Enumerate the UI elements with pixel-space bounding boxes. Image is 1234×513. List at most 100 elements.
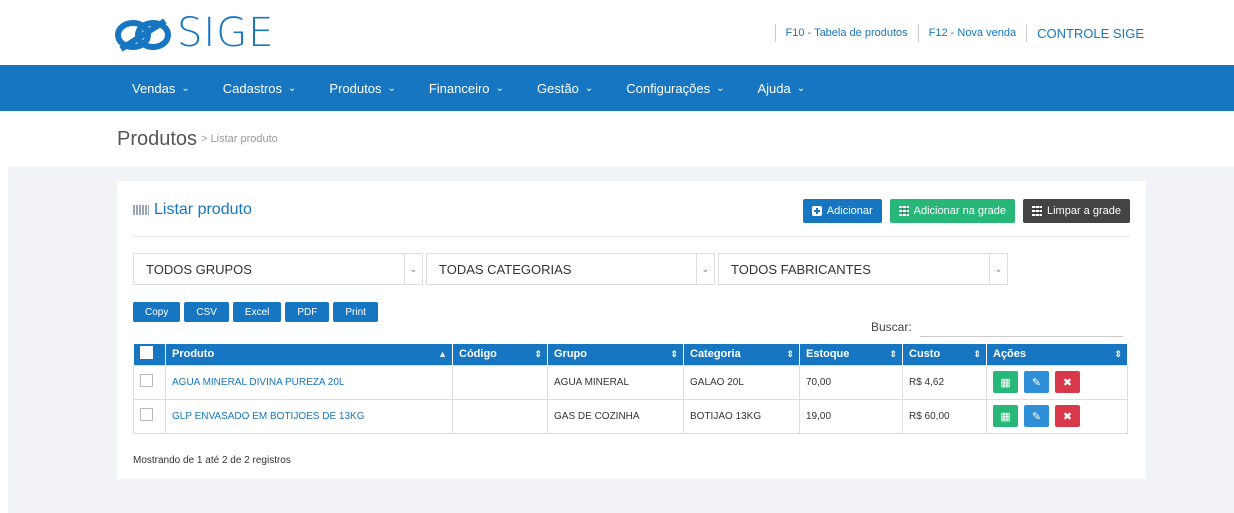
nav-configuracoes[interactable]: Configurações ⌄ [626, 81, 724, 96]
pdf-button[interactable]: PDF [285, 302, 330, 322]
category-filter-select[interactable]: TODAS CATEGORIAS ⌄ [426, 253, 715, 285]
close-icon: ✖ [1062, 376, 1073, 389]
link-tabela-produtos[interactable]: F10 - Tabela de produtos [786, 27, 908, 39]
panel-title: Listar produto [133, 201, 252, 219]
chevron-down-icon: ⌄ [387, 82, 396, 94]
chevron-down-icon: ⌄ [404, 254, 422, 284]
product-stock: 70,00 [799, 364, 903, 400]
product-name-link[interactable]: AGUA MINERAL DIVINA PUREZA 20L [165, 364, 453, 400]
chevron-down-icon: ⌄ [584, 82, 594, 94]
sort-icon: ⇕ [786, 349, 794, 359]
product-cost: R$ 60,00 [902, 398, 987, 434]
logo-mark-icon [115, 18, 171, 52]
print-button[interactable]: Print [333, 302, 378, 322]
nav-gestao[interactable]: Gestão ⌄ [537, 81, 593, 96]
group-filter-select[interactable]: TODOS GRUPOS ⌄ [133, 253, 423, 285]
product-list-panel: Listar produto Adicionar Adicionar na gr… [117, 181, 1146, 479]
edit-button[interactable]: ✎ [1024, 371, 1049, 393]
filters: TODOS GRUPOS ⌄ TODAS CATEGORIAS ⌄ TODOS … [133, 253, 1011, 285]
table-header-row: Produto ▲ Código ⇕ Grupo ⇕ Categoria ⇕ Estoq… [133, 344, 1128, 365]
nav-produtos[interactable]: Produtos ⌄ [329, 81, 395, 96]
row-checkbox[interactable] [140, 408, 153, 421]
sort-icon: ⇕ [670, 349, 678, 359]
col-codigo[interactable]: Código ⇕ [452, 344, 548, 365]
pencil-icon: ✎ [1031, 410, 1042, 423]
close-icon: ✖ [1062, 410, 1073, 423]
list-icon [133, 205, 149, 215]
row-actions: ▦ ✎ ✖ [986, 398, 1128, 434]
grid-action-button[interactable]: ▦ [993, 405, 1018, 427]
table-info: Mostrando de 1 até 2 de 2 registros [133, 455, 291, 466]
top-header: SIGE F10 - Tabela de produtos F12 - Nova… [0, 0, 1234, 65]
col-categoria[interactable]: Categoria ⇕ [683, 344, 800, 365]
panel-actions: Adicionar Adicionar na grade Limpar a gr… [795, 199, 1130, 223]
chevron-down-icon: ⌄ [716, 82, 725, 94]
product-cost: R$ 4,62 [902, 364, 987, 400]
nav-vendas[interactable]: Vendas ⌄ [132, 81, 190, 96]
csv-button[interactable]: CSV [184, 302, 229, 322]
table-row: GLP ENVASADO EM BOTIJOES DE 13KG GAS DE … [133, 398, 1128, 434]
clear-grid-button[interactable]: Limpar a grade [1023, 199, 1130, 223]
page-title: Produtos [117, 127, 198, 150]
search-input[interactable] [919, 317, 1123, 337]
nav-label: Configurações [626, 80, 711, 96]
column-label: Grupo [554, 348, 587, 361]
clear-grid-label: Limpar a grade [1047, 205, 1121, 217]
col-produto[interactable]: Produto ▲ [165, 344, 453, 365]
nav-financeiro[interactable]: Financeiro ⌄ [429, 81, 504, 96]
col-custo[interactable]: Custo ⇕ [902, 344, 987, 365]
brand-link[interactable]: CONTROLE SIGE [1037, 26, 1144, 41]
grid-icon [1032, 206, 1042, 216]
add-button-label: Adicionar [826, 205, 873, 217]
sort-icon: ⇕ [534, 349, 542, 359]
row-checkbox[interactable] [140, 374, 153, 387]
chevron-down-icon: ⌄ [288, 82, 297, 94]
column-label: Código [459, 348, 497, 361]
product-stock: 19,00 [799, 398, 903, 434]
chevron-down-icon: ⌄ [181, 82, 190, 94]
col-acoes[interactable]: Ações ⇕ [986, 344, 1128, 365]
sort-icon: ⇕ [1114, 349, 1122, 359]
export-buttons: Copy CSV Excel PDF Print [133, 302, 382, 322]
sort-icon: ⇕ [889, 349, 897, 359]
excel-button[interactable]: Excel [232, 302, 282, 322]
add-button[interactable]: Adicionar [802, 199, 882, 223]
manufacturer-filter-select[interactable]: TODOS FABRICANTES ⌄ [718, 253, 1008, 285]
table-row: AGUA MINERAL DIVINA PUREZA 20L AGUA MINE… [133, 364, 1128, 400]
plus-square-icon [811, 206, 822, 216]
chevron-down-icon: ⌄ [696, 254, 714, 284]
column-label: Produto [172, 348, 215, 361]
search-label: Buscar: [871, 320, 912, 334]
select-all-checkbox[interactable] [139, 346, 153, 360]
nav-label: Financeiro [428, 80, 490, 96]
delete-button[interactable]: ✖ [1055, 371, 1080, 393]
copy-button[interactable]: Copy [133, 302, 181, 322]
nav-cadastros[interactable]: Cadastros ⌄ [223, 81, 297, 96]
grid-action-button[interactable]: ▦ [993, 371, 1018, 393]
add-to-grid-label: Adicionar na grade [913, 205, 1006, 217]
add-to-grid-button[interactable]: Adicionar na grade [889, 199, 1015, 223]
chevron-down-icon: ⌄ [495, 82, 504, 94]
edit-button[interactable]: ✎ [1024, 405, 1049, 427]
sort-asc-icon: ▲ [438, 349, 447, 359]
column-label: Ações [993, 348, 1027, 361]
column-label: Estoque [806, 348, 850, 361]
logo[interactable]: SIGE [113, 10, 274, 56]
product-group: GAS DE COZINHA [547, 398, 684, 434]
col-estoque[interactable]: Estoque ⇕ [799, 344, 903, 365]
nav-label: Vendas [132, 80, 176, 96]
row-select-cell [133, 364, 166, 400]
nav-ajuda[interactable]: Ajuda ⌄ [757, 81, 805, 96]
delete-button[interactable]: ✖ [1055, 405, 1080, 427]
divider [1026, 24, 1028, 42]
nav-label: Cadastros [222, 80, 283, 96]
row-select-cell [133, 398, 166, 434]
product-code [452, 398, 548, 434]
row-actions: ▦ ✎ ✖ [986, 364, 1128, 400]
breadcrumb: Produtos > Listar produto [0, 111, 1234, 167]
divider [917, 24, 919, 42]
main-nav: Vendas ⌄ Cadastros ⌄ Produtos ⌄ Financeiro ⌄… [0, 65, 1234, 111]
col-grupo[interactable]: Grupo ⇕ [547, 344, 684, 365]
product-name-link[interactable]: GLP ENVASADO EM BOTIJOES DE 13KG [165, 398, 453, 434]
link-nova-venda[interactable]: F12 - Nova venda [929, 27, 1016, 39]
